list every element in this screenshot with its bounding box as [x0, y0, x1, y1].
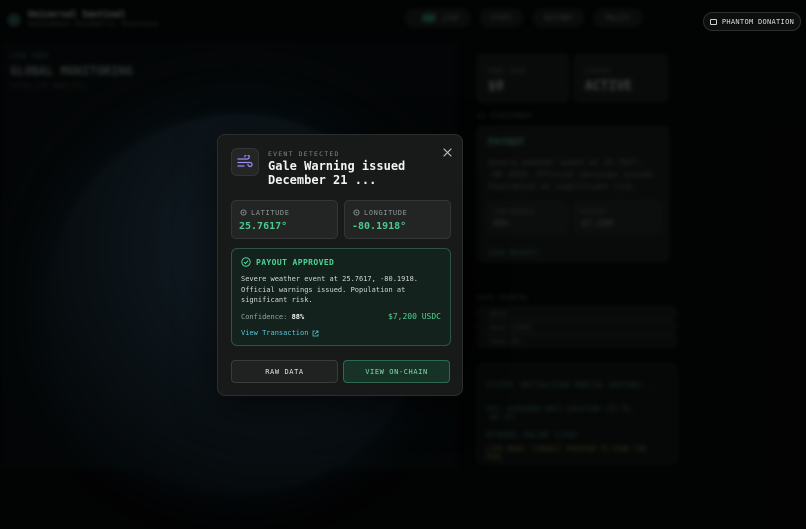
event-title: Gale Warning issued December 21 ... — [268, 159, 406, 187]
location-pin-icon — [240, 209, 247, 216]
wallet-icon — [709, 18, 717, 25]
payout-card: PAYOUT APPROVED Severe weather event at … — [231, 248, 451, 346]
check-circle-icon — [241, 257, 251, 267]
confidence-value: 88% — [291, 313, 305, 321]
latitude-card: LATITUDE 25.7617° — [231, 200, 338, 239]
view-transaction-label: View Transaction — [241, 329, 309, 337]
payout-amount: $7,200 USDC — [388, 312, 441, 321]
payout-status-label: PAYOUT APPROVED — [256, 257, 335, 267]
confidence-label: Confidence: — [241, 313, 288, 321]
latitude-label-row: LATITUDE — [240, 209, 290, 217]
event-kicker: EVENT DETECTED — [268, 150, 340, 158]
confidence: Confidence: 88% — [241, 313, 304, 321]
external-link-icon — [313, 330, 319, 336]
phantom-donation-label: PHANTOM DONATION — [721, 17, 795, 26]
longitude-value: -80.1918° — [352, 221, 407, 232]
raw-data-button[interactable]: RAW DATA — [231, 360, 338, 383]
latitude-value: 25.7617° — [239, 221, 288, 232]
location-pin-icon — [353, 209, 360, 216]
event-modal: EVENT DETECTED Gale Warning issued Decem… — [217, 134, 463, 396]
phantom-donation-button[interactable]: PHANTOM DONATION — [703, 12, 801, 31]
longitude-label: LONGITUDE — [364, 209, 408, 217]
close-icon[interactable] — [440, 145, 454, 159]
view-on-chain-button[interactable]: VIEW ON-CHAIN — [343, 360, 450, 383]
longitude-card: LONGITUDE -80.1918° — [344, 200, 451, 239]
longitude-label-row: LONGITUDE — [353, 209, 407, 217]
payout-description: Severe weather event at 25.7617, -80.191… — [241, 275, 419, 305]
view-transaction-link[interactable]: View Transaction — [241, 329, 319, 337]
latitude-label: LATITUDE — [251, 209, 290, 217]
wind-icon — [231, 148, 259, 176]
payout-status: PAYOUT APPROVED — [241, 257, 334, 267]
